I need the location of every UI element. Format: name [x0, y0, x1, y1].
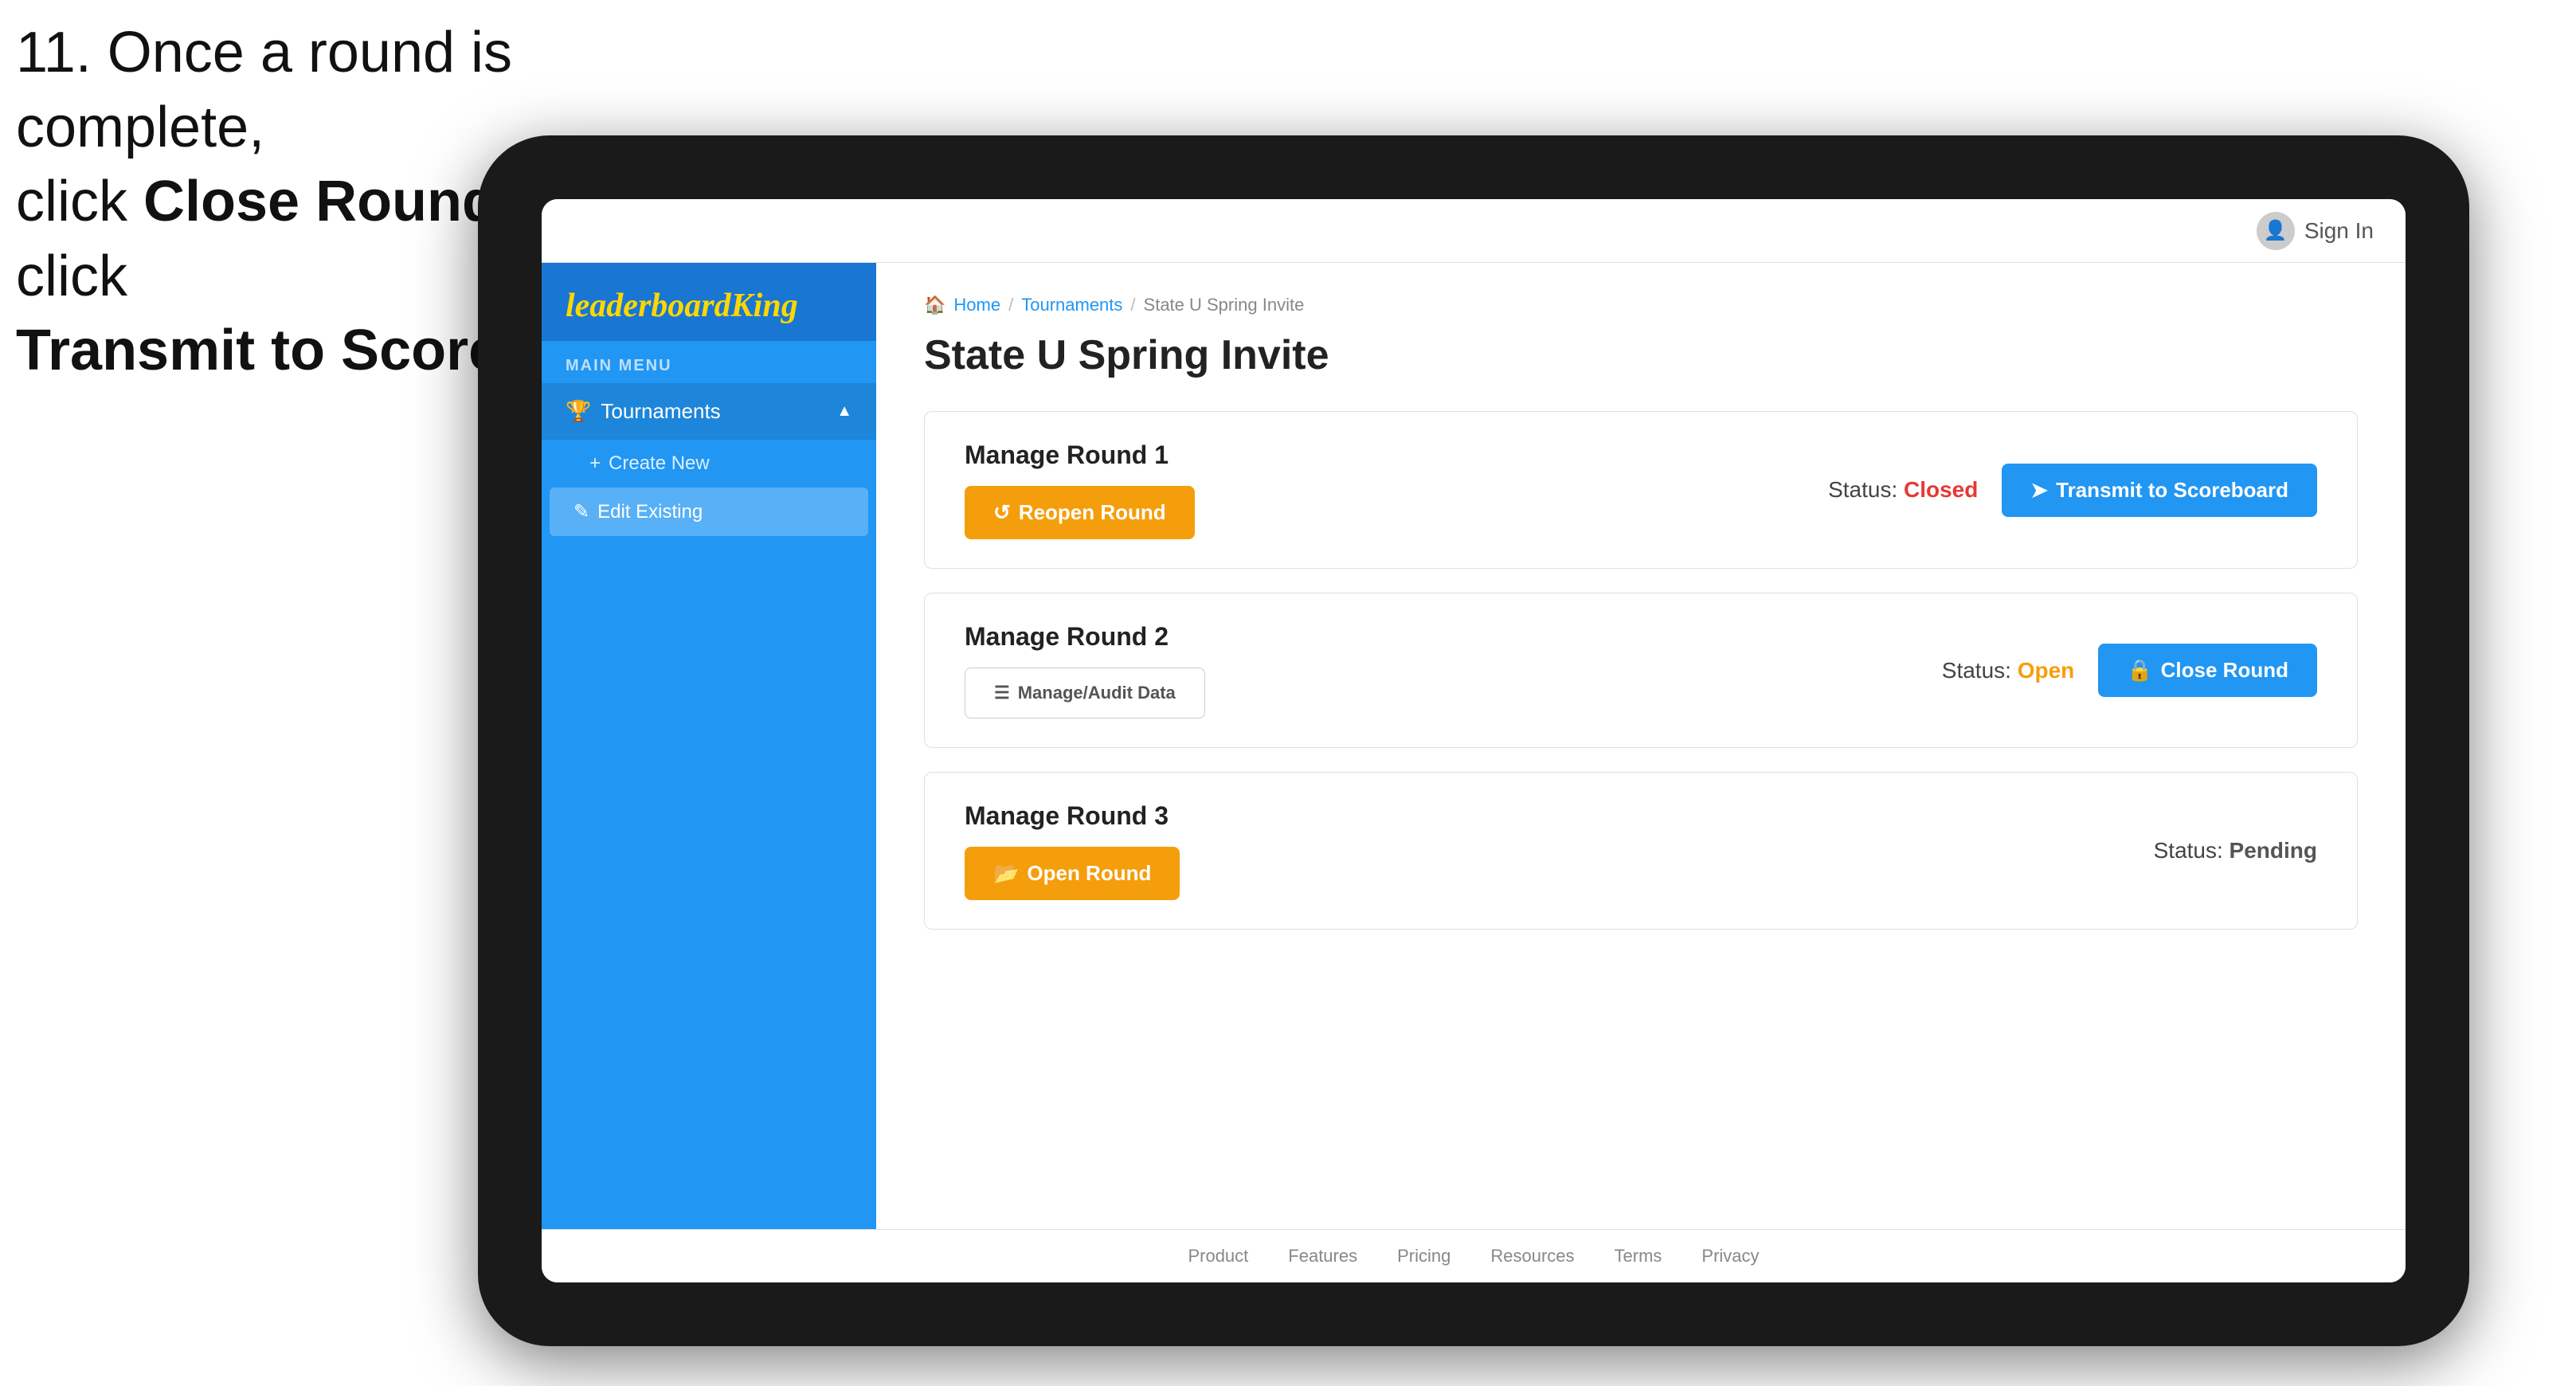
lock-icon: 🔒 [2127, 658, 2152, 683]
footer-privacy[interactable]: Privacy [1701, 1246, 1759, 1267]
open-round-button[interactable]: 📂 Open Round [965, 847, 1180, 900]
main-area: leaderboardKing MAIN MENU 🏆 Tournaments … [542, 263, 2406, 1229]
breadcrumb-home-icon: 🏠 [924, 295, 945, 315]
instruction-line1: 11. Once a round is complete, [16, 21, 512, 159]
audit-icon: ☰ [994, 683, 1010, 703]
sign-in-label[interactable]: Sign In [2304, 218, 2374, 244]
breadcrumb: 🏠 Home / Tournaments / State U Spring In… [924, 295, 2358, 315]
round-2-title: Manage Round 2 [965, 622, 1205, 652]
round-3-section: Manage Round 3 📂 Open Round Status: Pend… [924, 772, 2358, 930]
reopen-icon: ↺ [993, 500, 1011, 525]
sidebar-edit-existing[interactable]: ✎ Edit Existing [550, 487, 868, 536]
send-icon: ➤ [2030, 478, 2048, 503]
manage-audit-data-button[interactable]: ☰ Manage/Audit Data [965, 668, 1205, 718]
sign-in-area[interactable]: 👤 Sign In [2257, 212, 2374, 250]
instruction-bold-close: Close Round [143, 170, 497, 233]
content-area: 🏠 Home / Tournaments / State U Spring In… [876, 263, 2406, 1229]
footer-terms[interactable]: Terms [1615, 1246, 1662, 1267]
breadcrumb-tournaments-link[interactable]: Tournaments [1021, 295, 1122, 315]
footer-pricing[interactable]: Pricing [1397, 1246, 1450, 1267]
round-2-status: Status: Open [1942, 658, 2075, 683]
round-3-status: Status: Pending [2154, 838, 2317, 863]
tablet-screen: 👤 Sign In leaderboardKing MAIN MENU 🏆 To… [542, 199, 2406, 1282]
breadcrumb-home-link[interactable]: Home [953, 295, 1000, 315]
plus-icon: + [589, 452, 601, 475]
edit-icon: ✎ [574, 500, 589, 523]
footer-resources[interactable]: Resources [1490, 1246, 1574, 1267]
main-menu-label: MAIN MENU [542, 341, 876, 383]
footer-features[interactable]: Features [1288, 1246, 1357, 1267]
tournaments-label: Tournaments [601, 399, 720, 424]
page-title: State U Spring Invite [924, 331, 2358, 379]
round-1-section: Manage Round 1 ↺ Reopen Round Status: Cl… [924, 411, 2358, 569]
page-footer: Product Features Pricing Resources Terms… [542, 1229, 2406, 1282]
sidebar-create-new[interactable]: + Create New [542, 440, 876, 487]
tablet-device: 👤 Sign In leaderboardKing MAIN MENU 🏆 To… [478, 135, 2469, 1346]
transmit-to-scoreboard-button[interactable]: ➤ Transmit to Scoreboard [2002, 464, 2317, 517]
chevron-down-icon: ▲ [836, 402, 852, 421]
create-new-label: Create New [609, 452, 710, 475]
footer-product[interactable]: Product [1188, 1246, 1248, 1267]
round-1-title: Manage Round 1 [965, 440, 1195, 470]
breadcrumb-current: State U Spring Invite [1144, 295, 1305, 315]
app-logo: leaderboardKing [566, 287, 852, 325]
open-icon: 📂 [993, 861, 1019, 886]
edit-existing-label: Edit Existing [597, 501, 703, 523]
round-1-status: Status: Closed [1828, 477, 1978, 503]
reopen-round-button[interactable]: ↺ Reopen Round [965, 486, 1195, 539]
close-round-button[interactable]: 🔒 Close Round [2098, 644, 2317, 697]
round-3-title: Manage Round 3 [965, 801, 1180, 831]
round-2-section: Manage Round 2 ☰ Manage/Audit Data Statu… [924, 593, 2358, 748]
sidebar-item-tournaments[interactable]: 🏆 Tournaments ▲ [542, 383, 876, 440]
sidebar: leaderboardKing MAIN MENU 🏆 Tournaments … [542, 263, 876, 1229]
user-avatar-icon: 👤 [2257, 212, 2295, 250]
trophy-icon: 🏆 [566, 399, 591, 424]
logo-area: leaderboardKing [542, 263, 876, 341]
top-bar: 👤 Sign In [542, 199, 2406, 263]
